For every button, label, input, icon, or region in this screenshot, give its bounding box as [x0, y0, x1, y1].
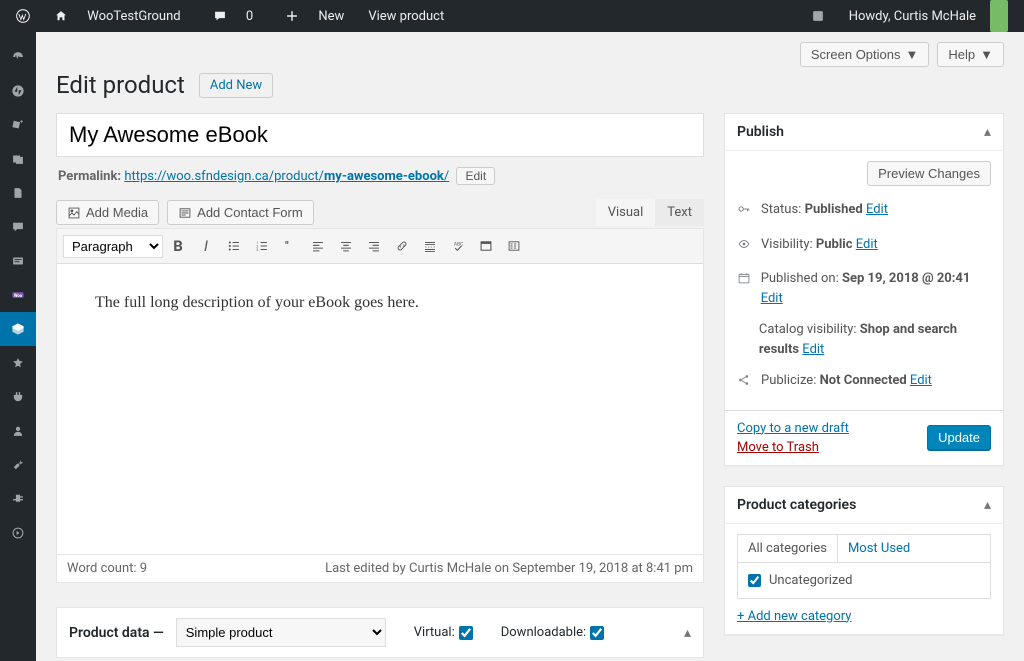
update-button[interactable]: Update [927, 425, 991, 450]
menu-plugins[interactable] [0, 380, 36, 414]
menu-woocommerce[interactable]: Woo [0, 278, 36, 312]
downloadable-checkbox[interactable]: Downloadable: [501, 625, 604, 640]
site-name: WooTestGround [79, 0, 188, 32]
editor-toolbar: Paragraph B I 123 " ABC [57, 229, 703, 264]
avatar [990, 0, 1008, 32]
key-icon [737, 202, 753, 223]
date-edit-link[interactable]: Edit [761, 291, 783, 306]
chevron-up-icon[interactable]: ▴ [984, 497, 991, 513]
fullscreen-button[interactable] [473, 233, 499, 259]
add-new-button[interactable]: Add New [199, 73, 273, 98]
menu-media[interactable] [0, 142, 36, 176]
category-checkbox-uncategorized[interactable]: Uncategorized [748, 573, 980, 588]
eye-icon [737, 237, 753, 258]
menu-posts[interactable] [0, 108, 36, 142]
svg-text:Woo: Woo [14, 294, 23, 299]
number-list-button[interactable]: 123 [249, 233, 275, 259]
status-edit-link[interactable]: Edit [866, 202, 888, 217]
align-right-button[interactable] [361, 233, 387, 259]
menu-comments[interactable] [0, 210, 36, 244]
new-link[interactable]: New [269, 0, 360, 32]
editor-container: Paragraph B I 123 " ABC The full long de… [56, 228, 704, 583]
svg-text:": " [285, 240, 289, 253]
publicize-edit-link[interactable]: Edit [910, 373, 932, 388]
copy-draft-link[interactable]: Copy to a new draft [737, 421, 849, 436]
svg-text:3: 3 [256, 248, 258, 252]
help-button[interactable]: Help ▼ [937, 42, 1004, 67]
last-edited: Last edited by Curtis McHale on Septembe… [325, 561, 693, 576]
preview-changes-button[interactable]: Preview Changes [867, 161, 991, 186]
chevron-up-icon[interactable]: ▴ [684, 625, 691, 641]
align-left-button[interactable] [305, 233, 331, 259]
italic-button[interactable]: I [193, 233, 219, 259]
tab-visual[interactable]: Visual [596, 199, 656, 226]
comments-link[interactable]: 0 [197, 0, 270, 32]
product-data-panel: Product data — Simple product Virtual: D… [56, 607, 704, 658]
menu-dashboard[interactable] [0, 40, 36, 74]
wp-logo[interactable] [8, 0, 38, 32]
visibility-edit-link[interactable]: Edit [856, 237, 878, 252]
publish-panel: Publish▴ Preview Changes Status: Publish… [724, 113, 1004, 466]
howdy-user[interactable]: Howdy, Curtis McHale [833, 0, 1016, 32]
spellcheck-button[interactable]: ABC [445, 233, 471, 259]
menu-users[interactable] [0, 414, 36, 448]
link-button[interactable] [389, 233, 415, 259]
menu-collapse[interactable] [0, 516, 36, 550]
site-home-link[interactable]: WooTestGround [38, 0, 197, 32]
notification-icon[interactable] [803, 0, 833, 32]
screen-options-button[interactable]: Screen Options ▼ [800, 42, 929, 67]
permalink-link[interactable]: https://woo.sfndesign.ca/product/my-awes… [124, 169, 449, 184]
quote-button[interactable]: " [277, 233, 303, 259]
virtual-checkbox[interactable]: Virtual: [414, 625, 473, 640]
catalog-edit-link[interactable]: Edit [802, 342, 824, 357]
view-product-link[interactable]: View product [360, 0, 452, 32]
word-count: Word count: 9 [67, 561, 147, 576]
menu-settings[interactable] [0, 482, 36, 516]
menu-jetpack[interactable] [0, 74, 36, 108]
align-center-button[interactable] [333, 233, 359, 259]
add-category-link[interactable]: + Add new category [737, 609, 851, 624]
menu-pages[interactable] [0, 176, 36, 210]
move-trash-link[interactable]: Move to Trash [737, 440, 819, 455]
toolbar-toggle-button[interactable] [501, 233, 527, 259]
chevron-up-icon[interactable]: ▴ [984, 124, 991, 140]
menu-products[interactable] [0, 312, 36, 346]
format-select[interactable]: Paragraph [63, 235, 163, 258]
editor-content[interactable]: The full long description of your eBook … [57, 264, 703, 554]
bullet-list-button[interactable] [221, 233, 247, 259]
calendar-icon [737, 271, 753, 292]
product-type-select[interactable]: Simple product [176, 618, 386, 647]
admin-menu: Woo [0, 32, 36, 661]
product-title-input[interactable] [56, 113, 704, 157]
admin-toolbar: WooTestGround 0 New View product Howdy, … [0, 0, 1024, 32]
permalink-edit-button[interactable]: Edit [456, 167, 495, 185]
page-title: Edit product [56, 71, 185, 99]
tab-text[interactable]: Text [655, 199, 704, 226]
menu-feedback[interactable] [0, 244, 36, 278]
add-contact-form-button[interactable]: Add Contact Form [167, 200, 314, 225]
bold-button[interactable]: B [165, 233, 191, 259]
add-media-button[interactable]: Add Media [56, 200, 159, 225]
tab-all-categories[interactable]: All categories [738, 535, 838, 562]
menu-appearance[interactable] [0, 346, 36, 380]
share-icon [737, 373, 753, 394]
readmore-button[interactable] [417, 233, 443, 259]
tab-most-used[interactable]: Most Used [838, 535, 920, 562]
permalink-row: Permalink: https://woo.sfndesign.ca/prod… [58, 167, 702, 185]
categories-panel: Product categories▴ All categories Most … [724, 486, 1004, 635]
menu-tools[interactable] [0, 448, 36, 482]
